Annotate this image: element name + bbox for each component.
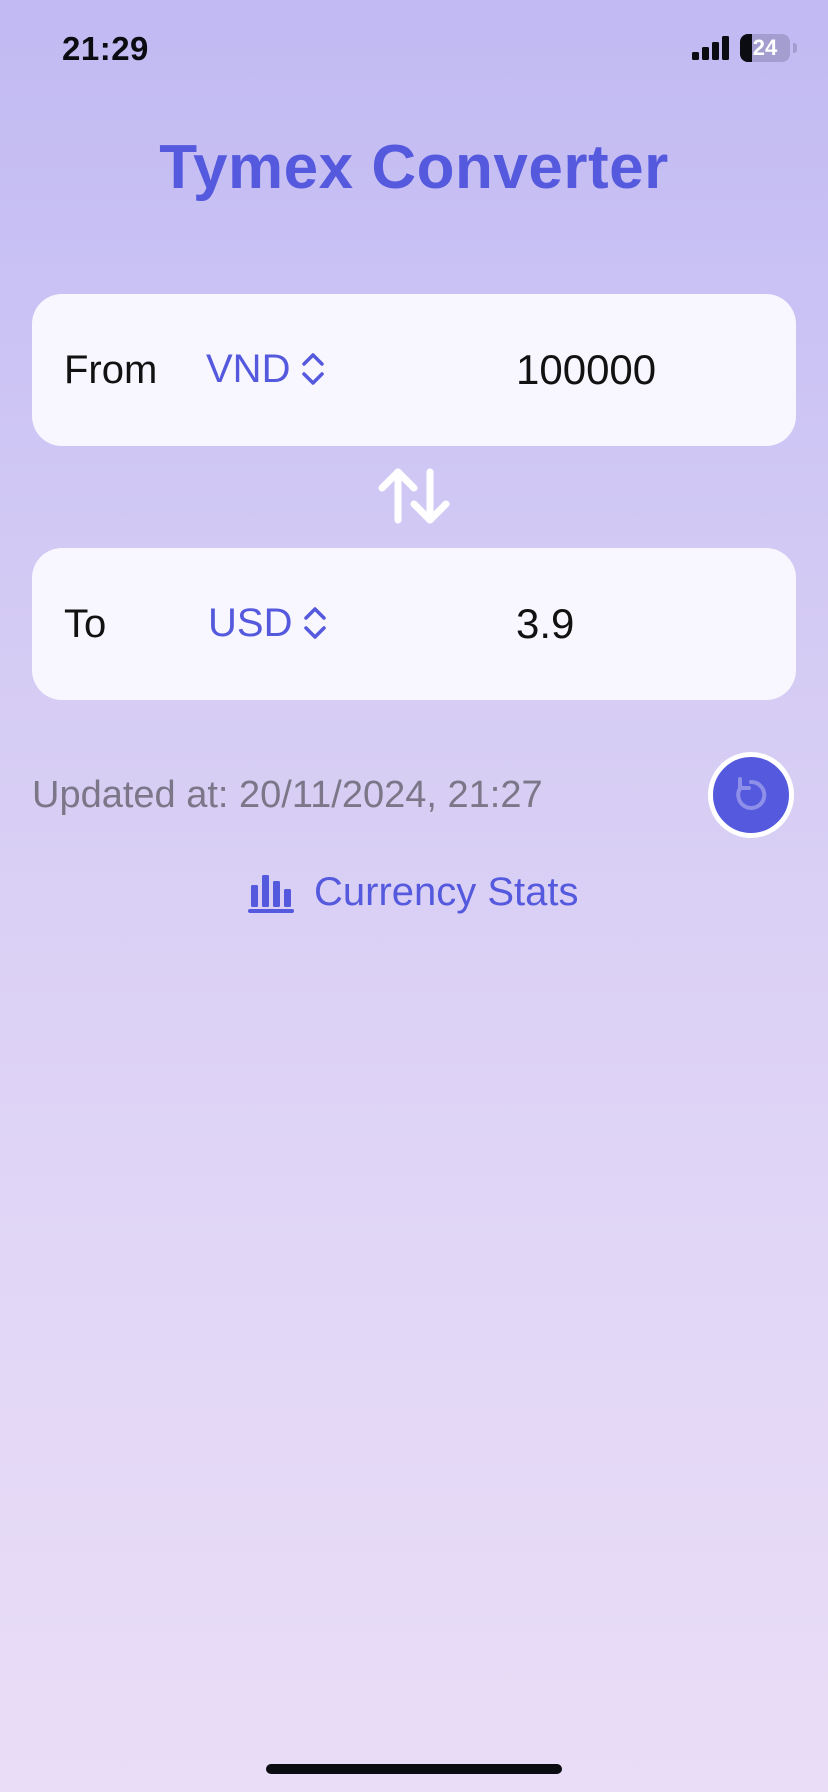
to-currency-code: USD — [208, 600, 293, 645]
home-indicator[interactable] — [266, 1764, 562, 1774]
to-currency-picker[interactable]: USD — [208, 598, 328, 648]
from-currency-code: VND — [206, 346, 291, 391]
from-amount-input[interactable] — [516, 342, 756, 398]
chevron-updown-icon — [304, 607, 327, 639]
currency-stats-link[interactable]: Currency Stats — [248, 866, 579, 918]
from-card: From VND — [32, 294, 796, 446]
battery-indicator: 24 — [740, 34, 797, 62]
chevron-updown-icon — [302, 353, 325, 385]
refresh-icon — [736, 777, 767, 810]
to-card: To USD — [32, 548, 796, 700]
bar-chart-icon — [248, 875, 294, 913]
status-time: 21:29 — [62, 30, 149, 67]
from-label: From — [64, 348, 158, 392]
status-bar: 21:29 24 — [0, 0, 828, 100]
cellular-signal-icon — [692, 36, 729, 60]
battery-cap — [793, 43, 797, 53]
refresh-button[interactable] — [708, 752, 794, 838]
from-currency-picker[interactable]: VND — [206, 344, 326, 394]
battery-icon: 24 — [740, 34, 790, 62]
updated-timestamp: Updated at: 20/11/2024, 21:27 — [32, 774, 543, 816]
currency-stats-label: Currency Stats — [314, 869, 579, 914]
battery-level: 24 — [752, 35, 778, 60]
app-title: Tymex Converter — [159, 133, 669, 202]
to-label: To — [64, 602, 107, 646]
to-amount-input[interactable] — [516, 596, 756, 652]
swap-arrows-icon[interactable] — [374, 464, 454, 528]
